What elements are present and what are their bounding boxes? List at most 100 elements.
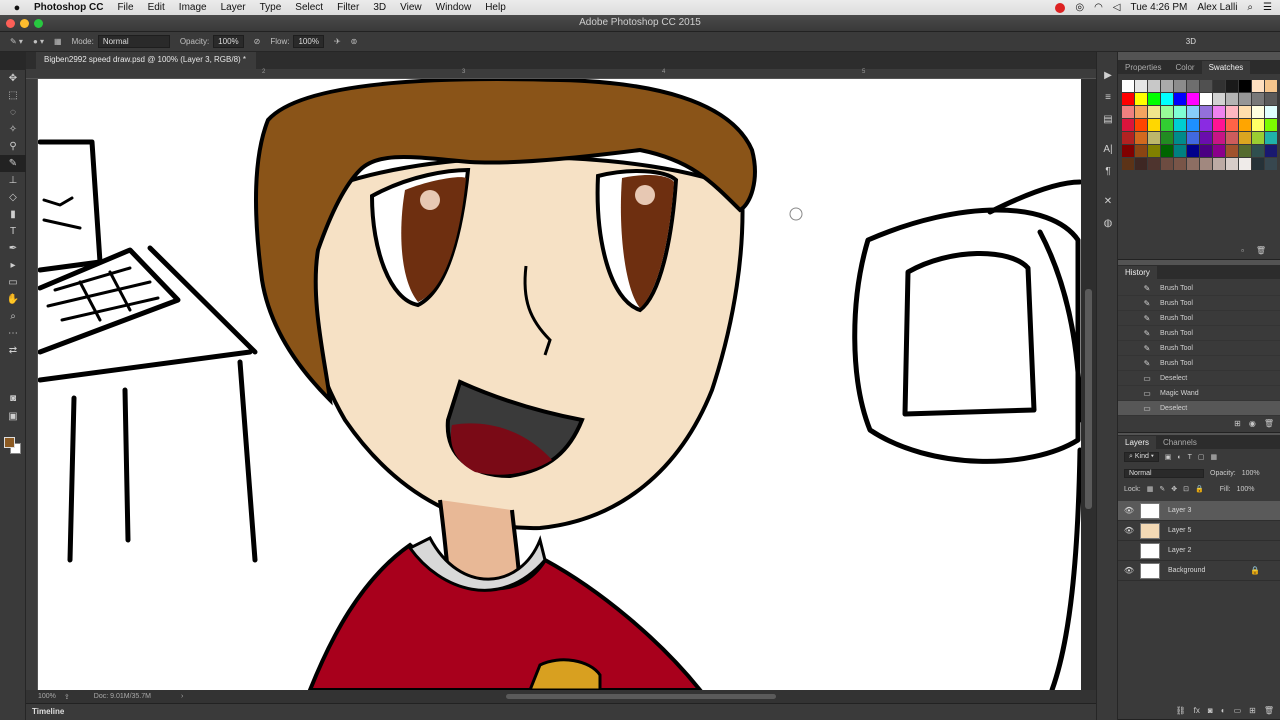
gradient-tool-icon[interactable]: ▮	[0, 206, 26, 223]
filter-adjustment-icon[interactable]: ◐	[1177, 454, 1181, 461]
brush-panel-icon[interactable]: ▦	[54, 37, 62, 46]
menu-3d[interactable]: 3D	[373, 2, 386, 13]
record-icon[interactable]	[1055, 2, 1066, 13]
filter-type-icon[interactable]: T	[1188, 454, 1192, 461]
layer-opacity-field[interactable]: 100%	[1242, 470, 1260, 477]
color-swatch[interactable]	[1148, 158, 1160, 170]
color-swatch[interactable]	[1122, 80, 1134, 92]
wifi-icon[interactable]: ◠	[1094, 2, 1103, 13]
history-item[interactable]: ▭ Magic Wand	[1118, 386, 1280, 401]
more-tools-icon[interactable]: ⋯	[0, 325, 26, 342]
color-swatch[interactable]	[1187, 93, 1199, 105]
color-swatch[interactable]	[1239, 119, 1251, 131]
tab-color[interactable]: Color	[1168, 61, 1201, 74]
tab-layers[interactable]: Layers	[1118, 436, 1157, 449]
volume-icon[interactable]: ◁	[1113, 2, 1121, 13]
color-swatch[interactable]	[1148, 132, 1160, 144]
menu-layer[interactable]: Layer	[221, 2, 246, 13]
workspace-selector[interactable]: 3D	[1186, 37, 1196, 46]
screen-mode-icon[interactable]: ▣	[0, 408, 26, 425]
color-swatch[interactable]	[1265, 106, 1277, 118]
tab-history[interactable]: History	[1118, 266, 1157, 279]
stamp-tool-icon[interactable]: ⊥	[0, 172, 26, 189]
lock-image-icon[interactable]: ✎	[1159, 485, 1165, 493]
brush-tool-icon[interactable]: ✎	[0, 155, 26, 172]
3d-icon[interactable]: ◍	[1097, 212, 1119, 234]
history-item[interactable]: ✎ Brush Tool	[1118, 326, 1280, 341]
color-swatch[interactable]	[1200, 80, 1212, 92]
app-menu[interactable]: Photoshop CC	[34, 2, 103, 13]
color-swatch[interactable]	[1161, 93, 1173, 105]
eraser-tool-icon[interactable]: ◇	[0, 189, 26, 206]
paragraph-icon[interactable]: ¶	[1097, 160, 1119, 182]
color-swatch[interactable]	[1239, 132, 1251, 144]
color-swatch[interactable]	[1161, 145, 1173, 157]
airbrush-icon[interactable]: ✈	[334, 37, 341, 46]
color-swatch[interactable]	[1213, 119, 1225, 131]
color-swatch[interactable]	[1174, 93, 1186, 105]
color-swatch[interactable]	[1226, 106, 1238, 118]
color-swatch[interactable]	[1200, 106, 1212, 118]
hand-tool-icon[interactable]: ✋	[0, 291, 26, 308]
tab-channels[interactable]: Channels	[1156, 436, 1204, 449]
snapshot-icon[interactable]: ◉	[1249, 419, 1256, 428]
color-swatch[interactable]	[1239, 158, 1251, 170]
blend-mode-dropdown[interactable]: Normal	[1124, 468, 1204, 478]
color-swatch[interactable]	[1252, 145, 1264, 157]
character-icon[interactable]: A|	[1097, 138, 1119, 160]
color-swatch[interactable]	[1252, 80, 1264, 92]
lock-position-icon[interactable]: ✥	[1171, 485, 1177, 493]
color-swatch[interactable]	[1174, 106, 1186, 118]
history-item[interactable]: ✎ Brush Tool	[1118, 356, 1280, 371]
menu-edit[interactable]: Edit	[148, 2, 165, 13]
color-swatch[interactable]	[1226, 80, 1238, 92]
filter-shape-icon[interactable]: ▢	[1198, 453, 1205, 461]
color-swatch[interactable]	[1213, 106, 1225, 118]
menu-image[interactable]: Image	[179, 2, 207, 13]
menu-view[interactable]: View	[400, 2, 422, 13]
color-swatch[interactable]	[1122, 106, 1134, 118]
history-item-current[interactable]: ▭ Deselect	[1118, 401, 1280, 416]
color-swatch[interactable]	[1252, 132, 1264, 144]
color-swatch[interactable]	[1135, 158, 1147, 170]
document-tab[interactable]: Bigben2992 speed draw.psd @ 100% (Layer …	[36, 52, 257, 69]
color-swatch[interactable]	[1226, 93, 1238, 105]
color-swatch[interactable]	[1265, 80, 1277, 92]
history-item[interactable]: ✎ Brush Tool	[1118, 341, 1280, 356]
document-canvas[interactable]	[38, 79, 1081, 690]
spotlight-icon[interactable]: ⌕	[1247, 2, 1253, 13]
color-swatch[interactable]	[1252, 106, 1264, 118]
tab-properties[interactable]: Properties	[1118, 61, 1168, 74]
history-item[interactable]: ✎ Brush Tool	[1118, 296, 1280, 311]
color-swatch[interactable]	[1161, 106, 1173, 118]
color-swatch[interactable]	[1148, 93, 1160, 105]
new-layer-icon[interactable]: ⊞	[1249, 706, 1256, 715]
tools-presets-icon[interactable]: ✕	[1097, 190, 1119, 212]
quick-mask-icon[interactable]: ◙	[0, 390, 26, 407]
color-swatch[interactable]	[1252, 93, 1264, 105]
export-icon[interactable]: ⇪	[64, 693, 70, 701]
color-swatch[interactable]	[1226, 119, 1238, 131]
color-swatch[interactable]	[1148, 80, 1160, 92]
menu-help[interactable]: Help	[485, 2, 506, 13]
color-swatch[interactable]	[1226, 158, 1238, 170]
visibility-eye-icon[interactable]: 👁	[1118, 506, 1140, 515]
color-swatch[interactable]	[1213, 80, 1225, 92]
menu-filter[interactable]: Filter	[337, 2, 359, 13]
color-swatch[interactable]	[1200, 145, 1212, 157]
color-swatch[interactable]	[1187, 119, 1199, 131]
new-swatch-icon[interactable]: ▫	[1241, 246, 1244, 255]
notification-icon[interactable]: ☰	[1263, 2, 1272, 13]
history-item[interactable]: ✎ Brush Tool	[1118, 311, 1280, 326]
brush-preset-icon[interactable]: ✎ ▾	[10, 37, 23, 46]
color-swatch[interactable]	[1161, 132, 1173, 144]
adjustments-icon[interactable]: ≡	[1097, 86, 1119, 108]
layer-style-icon[interactable]: fx	[1194, 706, 1200, 715]
color-swatch[interactable]	[1174, 132, 1186, 144]
color-swatch[interactable]	[1161, 119, 1173, 131]
pressure-opacity-icon[interactable]: ⊘	[254, 37, 261, 46]
type-tool-icon[interactable]: T	[0, 223, 26, 240]
delete-layer-icon[interactable]: 🗑	[1264, 706, 1274, 715]
color-swatch[interactable]	[1213, 145, 1225, 157]
layer-row-background[interactable]: 👁 Background 🔒	[1118, 561, 1280, 581]
